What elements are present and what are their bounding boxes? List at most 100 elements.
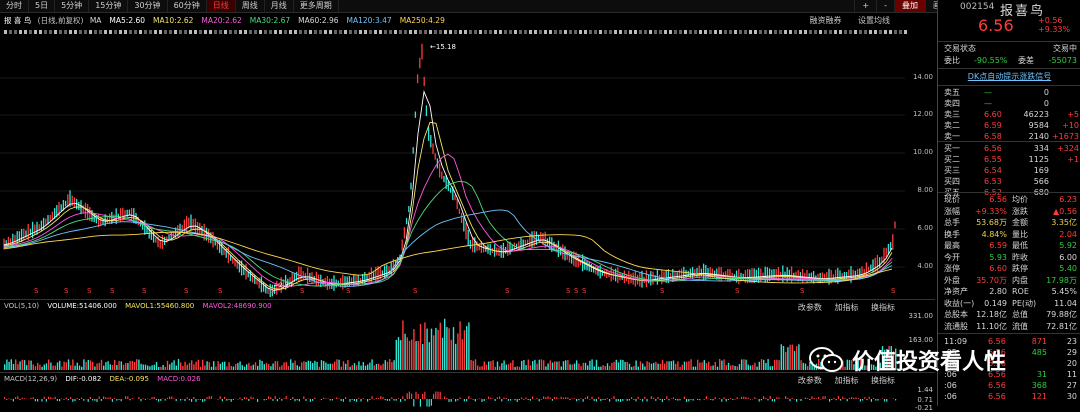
- stat-value: 5.45%: [1052, 286, 1077, 297]
- stats-row: 涨停6.60跌停5.40: [938, 263, 1080, 274]
- volume-bar: [393, 360, 394, 370]
- tab-4[interactable]: 30分钟: [128, 0, 167, 12]
- macd-bar: [565, 397, 566, 399]
- volume-bar: [149, 366, 150, 370]
- volume-bar: [693, 367, 694, 370]
- bids-label: 买二: [944, 154, 960, 165]
- status-label: 交易状态: [944, 43, 976, 54]
- volume-bar: [761, 359, 762, 370]
- volume-bar: [756, 367, 757, 370]
- macd-bar: [101, 399, 102, 401]
- macd-bar: [774, 399, 775, 402]
- macd-bar: [292, 397, 293, 399]
- signal-mark: [674, 30, 677, 34]
- signal-mark: [494, 30, 497, 34]
- volume-bar: [35, 366, 36, 370]
- macd-bar: [244, 397, 245, 399]
- macd-bar: [61, 398, 62, 399]
- signal-mark: [299, 30, 302, 34]
- tab-9[interactable]: 更多周期: [294, 0, 339, 12]
- volume-bar: [85, 362, 86, 370]
- macd-bar: [796, 399, 797, 402]
- signal-mark: [304, 30, 307, 34]
- volume-bar: [341, 367, 342, 370]
- stat-label: 涨停: [944, 263, 960, 274]
- chart-area[interactable]: 报 喜 鸟 (日线,前复权) MAMA5:2.60MA10:2.62MA20:2…: [0, 13, 935, 406]
- macd-bar: [451, 399, 452, 402]
- macd-bar: [37, 399, 38, 402]
- y-tick: 14.00: [913, 73, 933, 81]
- bids-volume: 334: [1034, 143, 1049, 154]
- macd-bar: [673, 397, 674, 399]
- macd-panel[interactable]: MACD(12,26,9) DIF:-0.082 DEA:-0.095 MACD…: [0, 372, 935, 407]
- zoom-out-button[interactable]: -: [876, 0, 894, 12]
- kline-panel[interactable]: 报 喜 鸟 (日线,前复权) MAMA5:2.60MA10:2.62MA20:2…: [0, 13, 935, 297]
- volume-bar: [800, 360, 801, 370]
- stat-value: 6.56: [989, 194, 1007, 205]
- signal-mark: [24, 30, 27, 34]
- macd-bar: [184, 399, 185, 401]
- volume-bar: [59, 361, 60, 370]
- macd-bar: [112, 399, 113, 402]
- volume-bar: [726, 365, 727, 370]
- tab-1[interactable]: 5日: [29, 0, 55, 12]
- volume-bar: [721, 361, 722, 370]
- asks-volume: 0: [1044, 87, 1049, 98]
- signal-mark: [129, 30, 132, 34]
- signal-s-marker: S: [574, 287, 579, 295]
- macd-bar: [503, 398, 504, 399]
- tab-2[interactable]: 5分钟: [55, 0, 89, 12]
- macd-bar: [532, 396, 533, 399]
- macd-bar: [840, 399, 841, 401]
- macd-bar: [283, 398, 284, 399]
- signal-mark: [444, 30, 447, 34]
- volume-bar: [239, 361, 240, 370]
- volume-panel[interactable]: VOL(5,10) VOLUME:51406.000 MAVOL1:55460.…: [0, 299, 935, 372]
- volume-bar: [310, 361, 311, 370]
- volume-bar: [74, 366, 75, 370]
- volume-bar: [213, 361, 214, 370]
- volume-bar: [605, 366, 606, 370]
- macd-bar: [866, 399, 867, 400]
- volume-bar: [17, 364, 18, 370]
- macd-bar: [499, 397, 500, 399]
- dk-signal-row[interactable]: DK点自动提示涨跌信号: [938, 71, 1080, 82]
- macd-bar: [382, 397, 383, 399]
- macd-bar: [402, 396, 403, 399]
- volume-bar: [633, 366, 634, 370]
- tick-price: 6.56: [988, 380, 1006, 391]
- tab-6[interactable]: 日线: [207, 0, 236, 12]
- bids-label: 买四: [944, 176, 960, 187]
- tab-0[interactable]: 分时: [0, 0, 29, 12]
- signal-mark: [429, 30, 432, 34]
- macd-bar: [677, 399, 678, 401]
- zoom-in-button[interactable]: +: [854, 0, 876, 12]
- volume-bar: [77, 363, 78, 370]
- volume-bar: [730, 365, 731, 370]
- wechat-icon: [808, 346, 844, 374]
- signal-mark: [74, 30, 77, 34]
- signal-mark: [309, 30, 312, 34]
- dk-signal-link[interactable]: DK点自动提示涨跌信号: [968, 72, 1051, 81]
- asks-price: —: [984, 87, 992, 98]
- volume-bar: [594, 366, 595, 370]
- volume-bar: [319, 367, 320, 370]
- stat-label: 均价: [1012, 194, 1028, 205]
- signal-mark: [329, 30, 332, 34]
- signal-mark: [844, 30, 847, 34]
- signal-s-marker: S: [270, 287, 275, 295]
- tab-3[interactable]: 15分钟: [89, 0, 128, 12]
- macd-bar: [539, 399, 540, 401]
- stat-value: ▲0.56: [1053, 206, 1077, 217]
- macd-bar: [312, 399, 313, 401]
- signal-mark: [559, 30, 562, 34]
- macd-bar: [114, 398, 115, 399]
- tab-7[interactable]: 周线: [236, 0, 265, 12]
- macd-bar: [222, 399, 223, 401]
- tab-5[interactable]: 60分钟: [168, 0, 207, 12]
- tab-8[interactable]: 月线: [265, 0, 294, 12]
- volume-bar: [101, 360, 102, 370]
- kline-svg[interactable]: ←15.18←2.34SSSSSSSSSSSSSSSSSSS: [0, 13, 935, 297]
- volume-bar: [123, 365, 124, 370]
- overlay-button[interactable]: 叠加: [894, 0, 925, 12]
